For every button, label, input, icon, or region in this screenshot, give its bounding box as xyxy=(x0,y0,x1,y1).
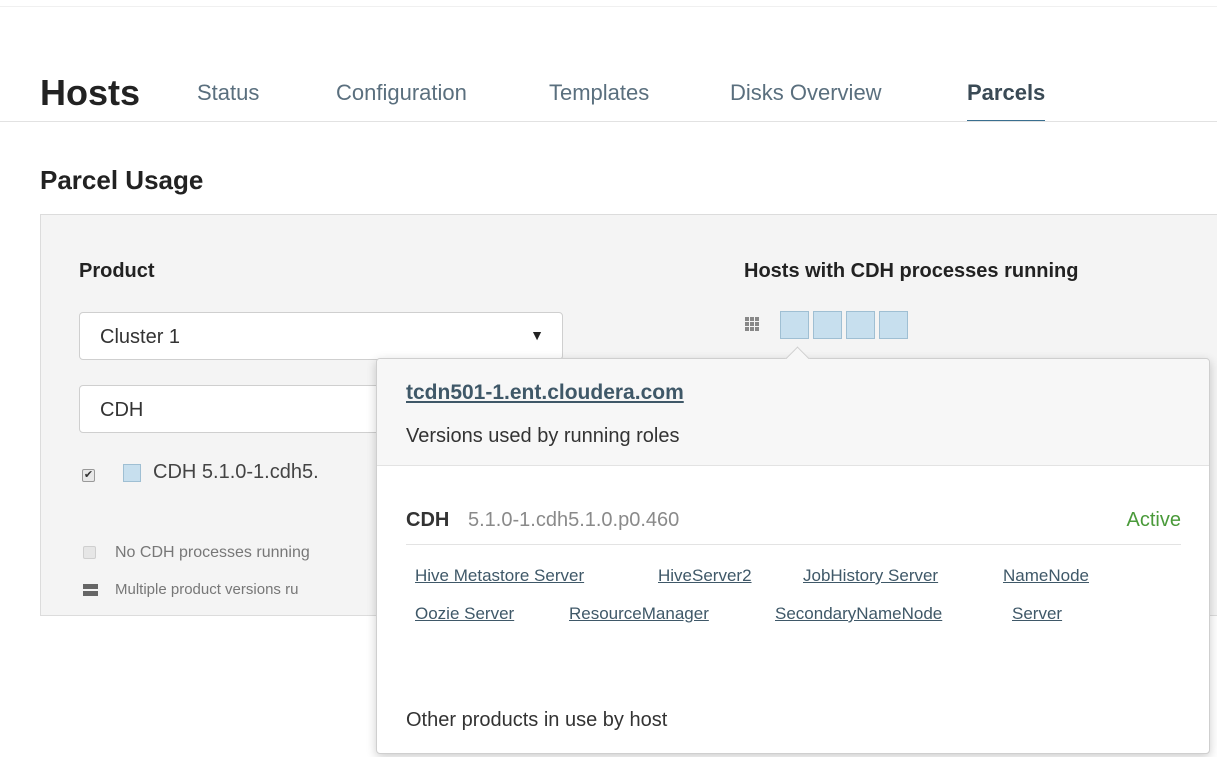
role-link-namenode[interactable]: NameNode xyxy=(1003,566,1089,586)
popover-divider xyxy=(406,544,1181,545)
tab-parcels-label: Parcels xyxy=(967,80,1046,105)
role-link-resourcemanager[interactable]: ResourceManager xyxy=(569,604,709,624)
role-link-jobhistory-server[interactable]: JobHistory Server xyxy=(803,566,938,586)
role-link-secondarynamenode[interactable]: SecondaryNameNode xyxy=(775,604,942,624)
hosts-label: Hosts with CDH processes running xyxy=(744,260,1079,282)
role-link-hiveserver2[interactable]: HiveServer2 xyxy=(658,566,752,586)
tab-parcels[interactable]: Parcels xyxy=(967,80,1046,122)
top-divider xyxy=(0,0,1217,7)
parcel-checkbox[interactable]: ✔ xyxy=(82,469,95,482)
header-divider xyxy=(0,121,1217,122)
role-link-oozie-server[interactable]: Oozie Server xyxy=(415,604,514,624)
product-label: Product xyxy=(79,260,155,282)
tab-configuration[interactable]: Configuration xyxy=(336,80,467,106)
multiple-versions-legend-label: Multiple product versions ru xyxy=(115,581,299,598)
page-header: Hosts Status Configuration Templates Dis… xyxy=(40,72,1217,122)
host-box[interactable] xyxy=(846,311,875,339)
grid-view-icon[interactable] xyxy=(745,317,759,331)
tab-templates[interactable]: Templates xyxy=(549,80,649,106)
cluster-select[interactable]: Cluster 1 ▼ xyxy=(79,312,563,360)
parcel-color-swatch xyxy=(123,464,141,482)
role-link-server[interactable]: Server xyxy=(1012,604,1062,624)
tab-disks-overview[interactable]: Disks Overview xyxy=(730,80,882,106)
host-box[interactable] xyxy=(813,311,842,339)
page-title: Hosts xyxy=(40,72,141,113)
role-link-hive-metastore-server[interactable]: Hive Metastore Server xyxy=(415,566,584,586)
parcel-status: Active xyxy=(1126,509,1181,531)
stripes-icon xyxy=(83,584,98,596)
parcel-item-label: CDH 5.1.0-1.cdh5. xyxy=(153,461,319,483)
product-select-value: CDH xyxy=(100,399,144,421)
dropdown-caret-icon: ▼ xyxy=(530,327,544,343)
tab-status[interactable]: Status xyxy=(197,80,259,106)
host-popover: tcdn501-1.ent.cloudera.com Versions used… xyxy=(376,346,1210,754)
host-box[interactable] xyxy=(780,311,809,339)
parcel-name: CDH xyxy=(406,509,450,531)
popover-footer: Other products in use by host xyxy=(406,709,668,731)
host-box[interactable] xyxy=(879,311,908,339)
no-processes-legend-swatch xyxy=(83,546,96,559)
section-title: Parcel Usage xyxy=(40,165,204,195)
popover-subtitle: Versions used by running roles xyxy=(406,425,680,447)
cluster-select-value: Cluster 1 xyxy=(100,326,181,348)
parcel-version: 5.1.0-1.cdh5.1.0.p0.460 xyxy=(468,509,680,531)
popover-header: tcdn501-1.ent.cloudera.com Versions used… xyxy=(377,359,1209,466)
host-link[interactable]: tcdn501-1.ent.cloudera.com xyxy=(406,381,684,405)
no-processes-legend-label: No CDH processes running xyxy=(115,544,310,561)
